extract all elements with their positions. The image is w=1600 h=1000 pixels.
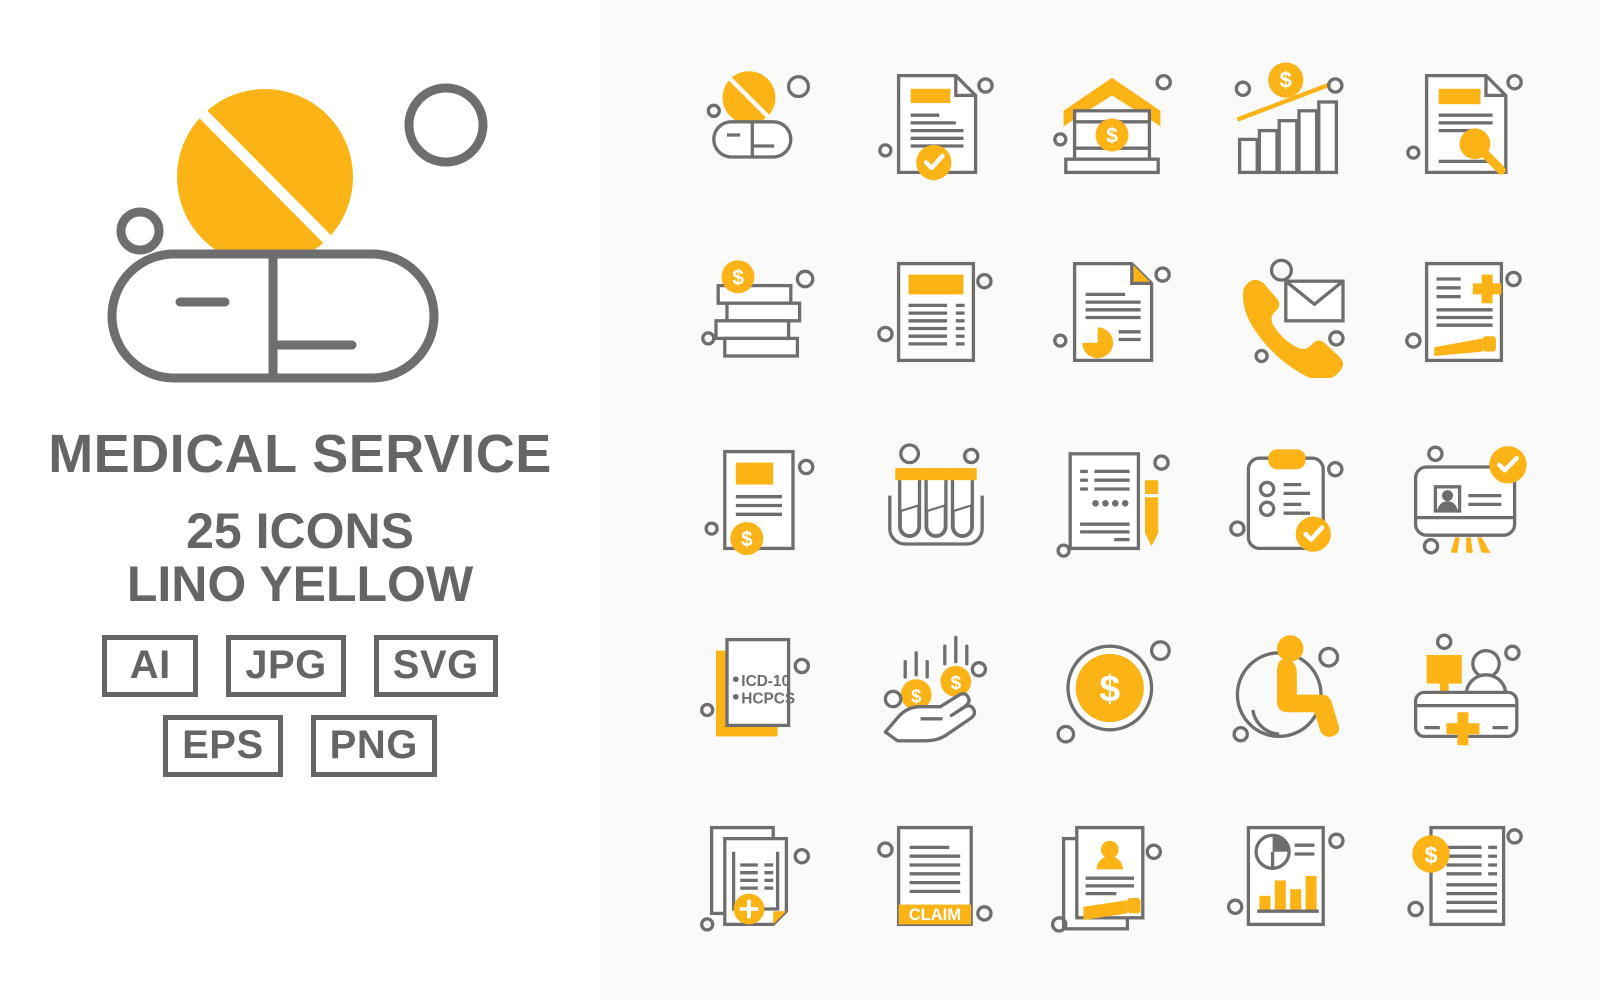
cover-panel: MEDICAL SERVICE 25 ICONS LINO YELLOW AI … xyxy=(0,0,600,1000)
format-badges-row-2: EPS PNG xyxy=(163,714,437,777)
bank-dollar-icon: $ xyxy=(1053,73,1172,175)
page-title: MEDICAL SERVICE xyxy=(48,424,552,484)
svg-text:$: $ xyxy=(1425,842,1438,868)
icon-cell-medical-records-plus[interactable] xyxy=(672,782,848,970)
analytics-report-icon xyxy=(1226,825,1345,927)
test-tubes-icon xyxy=(888,443,984,546)
dollar-coin-icon: $ xyxy=(1056,640,1171,744)
pie-chart-report-icon xyxy=(1053,261,1171,363)
icd-code-text: ICD-10 xyxy=(741,673,790,690)
medical-records-plus-icon xyxy=(700,825,811,932)
svg-text:$: $ xyxy=(951,672,962,693)
icon-cell-billing-statement-dollar[interactable]: $ xyxy=(1376,782,1552,970)
format-badge-eps: EPS xyxy=(163,714,283,777)
format-badge-png: PNG xyxy=(310,714,437,777)
id-verification-card-icon xyxy=(1413,445,1527,555)
approved-document-icon xyxy=(878,73,994,181)
icon-cell-insurance-claim-form[interactable]: CLAIM xyxy=(848,782,1024,970)
icon-cell-money-stack-coin[interactable]: $ xyxy=(672,218,848,406)
money-stack-coin-icon: $ xyxy=(701,260,815,358)
svg-text:$: $ xyxy=(1099,667,1120,709)
icon-cell-growth-chart-dollar[interactable]: $ xyxy=(1200,30,1376,218)
format-badge-jpg: JPG xyxy=(226,634,346,697)
icon-cell-approved-document[interactable] xyxy=(848,30,1024,218)
insurance-claim-form-icon: CLAIM xyxy=(877,825,993,927)
checklist-clipboard-icon xyxy=(1229,449,1344,552)
format-badges-row-1: AI JPG SVG xyxy=(102,634,498,697)
pill-and-capsule-logo xyxy=(107,83,488,383)
svg-text:$: $ xyxy=(1106,125,1118,148)
phone-email-contact-icon xyxy=(1242,258,1345,378)
hand-receiving-coins-icon: $ $ xyxy=(883,635,988,743)
icon-cell-medical-coding[interactable]: ICD-10 HCPCS xyxy=(672,594,848,782)
svg-text:$: $ xyxy=(911,685,922,706)
icon-cell-prescription-document[interactable] xyxy=(1376,218,1552,406)
svg-text:$: $ xyxy=(732,267,744,290)
icon-pack-preview: MEDICAL SERVICE 25 ICONS LINO YELLOW AI … xyxy=(0,0,1600,1000)
format-badge-ai: AI xyxy=(102,634,199,697)
icon-cell-pill-medicine[interactable] xyxy=(672,30,848,218)
claim-label-text: CLAIM xyxy=(909,906,961,924)
icon-cell-hand-receiving-coins[interactable]: $ $ xyxy=(848,594,1024,782)
prescription-document-icon xyxy=(1405,261,1522,363)
icon-cell-payment-document-dollar[interactable]: $ xyxy=(672,406,848,594)
icon-cell-test-tubes[interactable] xyxy=(848,406,1024,594)
icon-cell-phone-email-contact[interactable] xyxy=(1200,218,1376,406)
icon-cell-wheelchair-accessibility[interactable] xyxy=(1200,594,1376,782)
growth-chart-dollar-icon: $ xyxy=(1234,62,1344,175)
icon-cell-dollar-coin[interactable]: $ xyxy=(1024,594,1200,782)
invoice-document-icon xyxy=(877,261,993,363)
icon-cell-patient-record-pencil[interactable] xyxy=(1024,782,1200,970)
form-with-pencil-icon xyxy=(1056,452,1170,558)
medical-coding-icon: ICD-10 HCPCS xyxy=(700,637,811,737)
patient-record-pencil-icon xyxy=(1050,825,1163,933)
icon-cell-reception-desk[interactable] xyxy=(1376,594,1552,782)
style-name-label: LINO YELLOW xyxy=(126,555,474,612)
icon-cell-bank-dollar[interactable]: $ xyxy=(1024,30,1200,218)
pill-medicine-icon xyxy=(706,71,811,159)
icon-count-label: 25 ICONS xyxy=(186,502,414,559)
svg-text:$: $ xyxy=(741,528,753,551)
icon-cell-document-search[interactable] xyxy=(1376,30,1552,218)
reception-desk-icon xyxy=(1413,633,1521,746)
svg-text:$: $ xyxy=(1280,68,1292,93)
icon-grid: $ $ $ $ ICD-10 HCPCS $ $ $ CLAIM $ xyxy=(600,0,1600,1000)
billing-statement-dollar-icon: $ xyxy=(1407,825,1523,927)
icon-cell-id-verification-card[interactable] xyxy=(1376,406,1552,594)
wheelchair-accessibility-icon xyxy=(1232,635,1340,743)
payment-document-dollar-icon: $ xyxy=(704,449,815,555)
icon-cell-pie-chart-report[interactable] xyxy=(1024,218,1200,406)
hcpcs-code-text: HCPCS xyxy=(741,690,795,707)
icon-cell-checklist-clipboard[interactable] xyxy=(1200,406,1376,594)
icon-cell-analytics-report[interactable] xyxy=(1200,782,1376,970)
document-search-icon xyxy=(1406,73,1523,175)
format-badge-svg: SVG xyxy=(373,634,498,697)
icon-cell-form-with-pencil[interactable] xyxy=(1024,406,1200,594)
icon-cell-invoice-document[interactable] xyxy=(848,218,1024,406)
